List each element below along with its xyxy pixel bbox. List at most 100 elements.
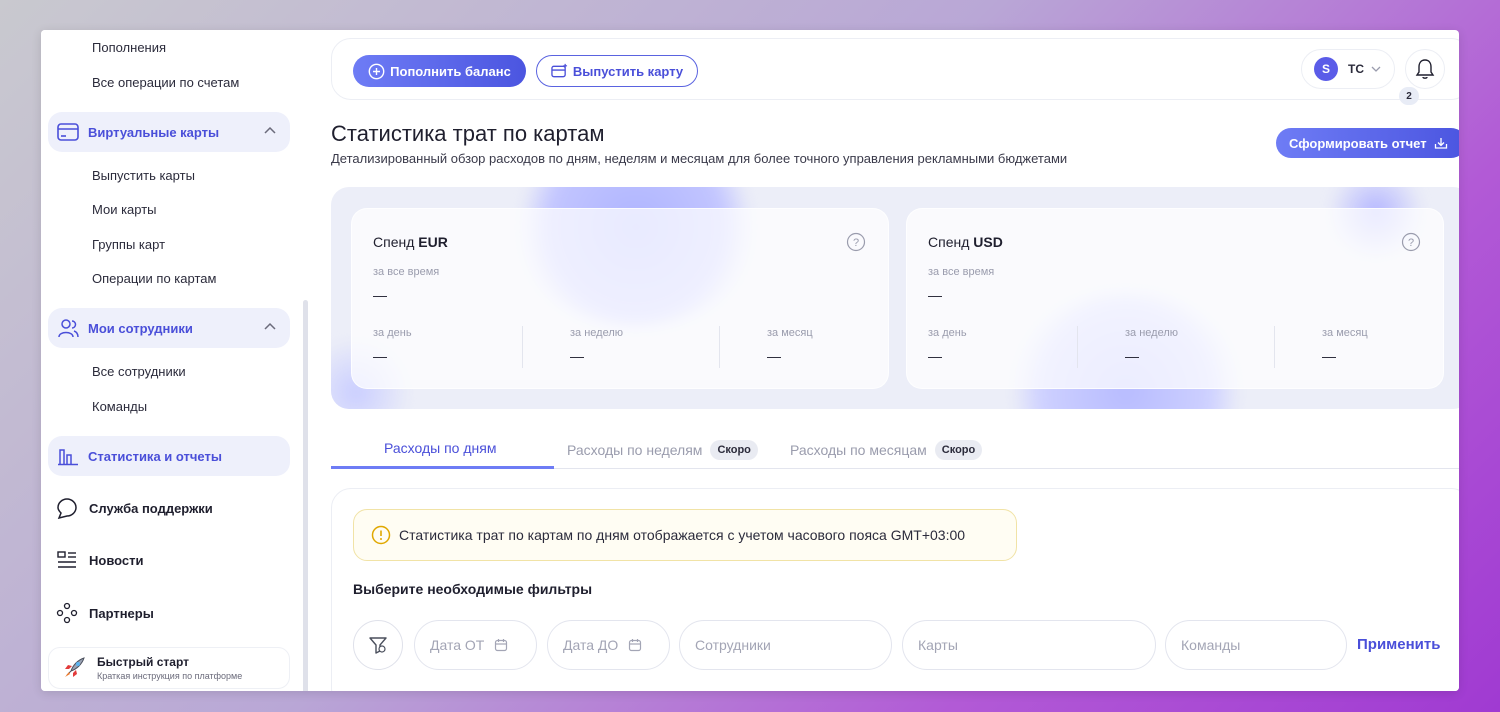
stat-card-title: Спенд USD <box>928 234 1003 250</box>
tab-daily[interactable]: Расходы по дням <box>384 440 496 456</box>
stat-currency: USD <box>973 234 1003 250</box>
week-label: за неделю <box>1125 327 1179 339</box>
teams-select[interactable]: Команды <box>1165 620 1347 670</box>
active-tab-indicator <box>331 466 554 469</box>
stat-currency: EUR <box>418 234 448 250</box>
calendar-icon <box>494 638 508 652</box>
topup-balance-button[interactable]: Пополнить баланс <box>353 55 526 87</box>
all-time-label: за все время <box>373 266 440 278</box>
tab-label: Расходы по неделям <box>567 442 703 458</box>
sidebar-scrollbar[interactable] <box>303 300 308 691</box>
quick-start-card[interactable]: Быстрый старт Краткая инструкция по плат… <box>48 647 290 689</box>
tab-monthly[interactable]: Расходы по месяцам Скоро <box>790 440 983 460</box>
timezone-notice: Статистика трат по картам по дням отобра… <box>353 509 1017 561</box>
month-value: — <box>1322 348 1336 364</box>
sidebar-item-statistics[interactable]: Статистика и отчеты <box>48 436 290 476</box>
teams-placeholder: Команды <box>1181 637 1241 653</box>
sidebar-group-employees[interactable]: Мои сотрудники <box>48 308 290 348</box>
sidebar: Пополнения Все операции по счетам Виртуа… <box>41 30 313 691</box>
quick-start-subtitle: Краткая инструкция по платформе <box>97 671 243 681</box>
chevron-down-icon <box>1370 63 1382 75</box>
sidebar-item-issue-cards[interactable]: Выпустить карты <box>92 168 195 183</box>
sidebar-item-news[interactable]: Новости <box>55 548 144 572</box>
sidebar-item-all-account-operations[interactable]: Все операции по счетам <box>92 75 239 90</box>
news-icon <box>55 548 79 572</box>
sidebar-item-card-operations[interactable]: Операции по картам <box>92 271 216 286</box>
user-menu[interactable]: S TC <box>1301 49 1395 89</box>
avatar: S <box>1314 57 1338 81</box>
sidebar-item-teams[interactable]: Команды <box>92 399 147 414</box>
sidebar-item-partners[interactable]: Партнеры <box>55 601 154 625</box>
day-label: за день <box>928 327 967 339</box>
sidebar-item-replenishment[interactable]: Пополнения <box>92 40 166 55</box>
spend-eur-card: Спенд EUR ? за все время — за день — за … <box>351 208 889 389</box>
apply-filters-button[interactable]: Применить <box>1357 636 1440 653</box>
date-to-placeholder: Дата ДО <box>563 637 619 653</box>
quick-start-title: Быстрый старт <box>97 655 189 669</box>
filters-title: Выберите необходимые фильтры <box>353 581 593 597</box>
sidebar-item-card-groups[interactable]: Группы карт <box>92 237 165 252</box>
sidebar-item-support[interactable]: Служба поддержки <box>55 496 213 520</box>
filters-panel: Статистика трат по картам по дням отобра… <box>331 488 1459 691</box>
tab-weekly[interactable]: Расходы по неделям Скоро <box>567 440 758 460</box>
sidebar-item-label: Служба поддержки <box>89 500 213 516</box>
chart-icon <box>57 445 79 467</box>
stat-card-title: Спенд EUR <box>373 234 448 250</box>
filter-icon <box>367 634 389 656</box>
svg-text:?: ? <box>1408 237 1414 249</box>
issue-card-label: Выпустить карту <box>572 63 684 79</box>
stats-panel: Спенд EUR ? за все время — за день — за … <box>331 187 1459 409</box>
period-tabs: Расходы по дням Расходы по неделям Скоро… <box>331 431 1459 469</box>
warning-icon <box>371 525 391 545</box>
month-label: за месяц <box>1322 327 1368 339</box>
download-icon <box>1434 136 1448 150</box>
all-time-label: за все время <box>928 266 995 278</box>
date-to-input[interactable]: Дата ДО <box>547 620 670 670</box>
divider <box>1077 326 1078 368</box>
help-icon[interactable]: ? <box>846 232 866 252</box>
notifications-button[interactable] <box>1405 49 1445 89</box>
plus-circle-icon <box>368 63 385 80</box>
cards-placeholder: Карты <box>918 637 958 653</box>
cards-select[interactable]: Карты <box>902 620 1156 670</box>
sidebar-item-all-employees[interactable]: Все сотрудники <box>92 364 186 379</box>
user-initials: TC <box>1348 62 1364 76</box>
all-time-value: — <box>928 287 942 303</box>
page-subtitle: Детализированный обзор расходов по дням,… <box>331 151 1068 166</box>
issue-card-button[interactable]: Выпустить карту <box>536 55 698 87</box>
sidebar-group-label: Виртуальные карты <box>88 124 220 140</box>
day-value: — <box>928 348 942 364</box>
date-from-placeholder: Дата ОТ <box>430 637 485 653</box>
sidebar-item-label: Статистика и отчеты <box>88 448 222 464</box>
sidebar-group-label: Мои сотрудники <box>88 320 193 336</box>
partners-icon <box>55 601 79 625</box>
filter-toggle-button[interactable] <box>353 620 403 670</box>
month-value: — <box>767 348 781 364</box>
sidebar-group-virtual-cards[interactable]: Виртуальные карты <box>48 112 290 152</box>
top-bar: Пополнить баланс Выпустить карту S TC 2 <box>331 38 1459 105</box>
tab-label: Расходы по месяцам <box>790 442 927 458</box>
generate-report-button[interactable]: Сформировать отчет <box>1276 128 1459 158</box>
page-title: Статистика трат по картам <box>331 121 605 146</box>
employees-select[interactable]: Сотрудники <box>679 620 892 670</box>
week-value: — <box>1125 348 1139 364</box>
month-label: за месяц <box>767 327 813 339</box>
timezone-notice-text: Статистика трат по картам по дням отобра… <box>399 527 966 543</box>
rocket-icon <box>61 655 87 681</box>
chevron-up-icon[interactable] <box>262 319 278 335</box>
chevron-up-icon[interactable] <box>262 123 278 139</box>
help-icon[interactable]: ? <box>1401 232 1421 252</box>
sidebar-item-my-cards[interactable]: Мои карты <box>92 202 157 217</box>
app-window: Пополнения Все операции по счетам Виртуа… <box>41 30 1459 691</box>
sidebar-item-label: Партнеры <box>89 605 154 621</box>
spend-usd-card: Спенд USD ? за все время — за день — за … <box>906 208 1444 389</box>
soon-badge: Скоро <box>934 440 983 460</box>
chat-bubble-icon <box>55 496 79 520</box>
calendar-icon <box>628 638 642 652</box>
svg-text:?: ? <box>853 237 859 249</box>
notifications-count-badge: 2 <box>1399 87 1419 105</box>
divider <box>719 326 720 368</box>
date-from-input[interactable]: Дата ОТ <box>414 620 537 670</box>
sidebar-item-label: Новости <box>89 552 144 568</box>
soon-badge: Скоро <box>710 440 758 460</box>
